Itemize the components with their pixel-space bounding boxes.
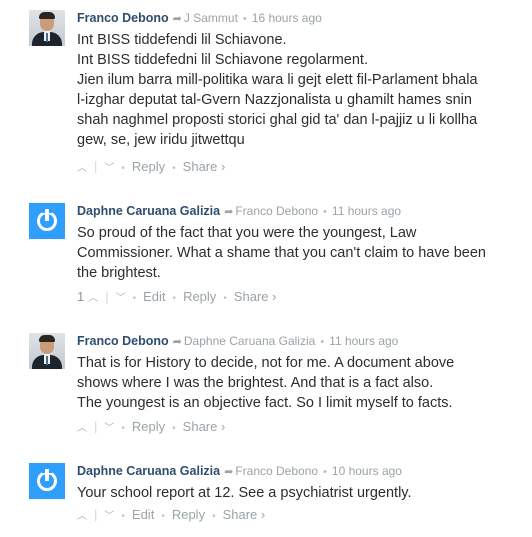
chevron-up-icon[interactable]: ︿ <box>88 289 98 304</box>
author-name[interactable]: Franco Debono <box>77 334 169 348</box>
bullet-separator: • <box>161 511 165 522</box>
avatar[interactable] <box>29 10 65 46</box>
share-button[interactable]: Share › <box>183 419 226 434</box>
comment-text-line: The youngest is an objective fact. So I … <box>77 395 453 411</box>
parent-author[interactable]: Franco Debono <box>235 464 318 478</box>
edit-button[interactable]: Edit <box>132 507 154 522</box>
chevron-up-icon[interactable]: ︿ <box>77 419 87 434</box>
comment-body: So proud of the fact that you were the y… <box>77 223 486 283</box>
comment-text-line: So proud of the fact that you were the y… <box>77 225 417 241</box>
comment-body: Your school report at 12. See a psychiat… <box>77 483 412 503</box>
timestamp[interactable]: 16 hours ago <box>252 11 322 25</box>
timestamp[interactable]: 11 hours ago <box>332 204 401 218</box>
vote-count: 1 <box>77 289 85 304</box>
bullet-separator: • <box>121 511 125 522</box>
reply-button[interactable]: Reply <box>172 507 205 522</box>
chevron-down-icon[interactable]: ﹀ <box>104 419 114 434</box>
reply-arrow-icon: ➦ <box>224 206 234 218</box>
author-name[interactable]: Franco Debono <box>77 11 169 25</box>
avatar[interactable] <box>29 463 65 499</box>
comment-footer: ︿ | ﹀ • Reply • Share › <box>77 159 225 174</box>
divider: | <box>94 507 98 522</box>
comment-header: Daphne Caruana Galizia ➦ Franco Debono • 10 … <box>77 464 402 478</box>
bullet-separator: • <box>320 336 325 348</box>
comment-body: That is for History to decide, not for m… <box>77 353 454 413</box>
comment-footer: 1 ︿ | ﹀ • Edit • Reply • Share › <box>77 289 276 304</box>
bullet-separator: • <box>172 293 177 304</box>
comment-text-line: the brightest. <box>77 265 161 281</box>
comment-text-line: Jien ilum barra mill-politika wara li ge… <box>77 72 478 88</box>
timestamp[interactable]: 11 hours ago <box>329 334 398 348</box>
chevron-down-icon[interactable]: ﹀ <box>104 507 114 522</box>
reply-arrow-icon: ➦ <box>224 466 234 478</box>
chevron-up-icon[interactable]: ︿ <box>77 507 87 522</box>
bullet-separator: • <box>323 206 327 218</box>
share-button[interactable]: Share › <box>183 159 226 174</box>
divider: | <box>105 289 109 304</box>
avatar[interactable] <box>29 333 65 369</box>
author-name[interactable]: Daphne Caruana Galizia <box>77 204 220 218</box>
comment-header: Franco Debono ➦ J Sammut • 16 hours ago <box>77 11 322 25</box>
bullet-separator: • <box>172 423 176 434</box>
comment-text-line: l-izghar deputat tal-Gvern Nazzjonalista… <box>77 92 472 108</box>
bullet-separator: • <box>172 163 176 174</box>
chevron-down-icon[interactable]: ﹀ <box>104 159 114 174</box>
comment-text-line: shows where I was the brightest. And tha… <box>77 375 434 391</box>
comment-header: Franco Debono ➦ Daphne Caruana Galizia • 11 … <box>77 334 398 348</box>
comment-text-line: Your school report at 12. See a psychiat… <box>77 485 412 501</box>
chevron-up-icon[interactable]: ︿ <box>77 159 87 174</box>
bullet-separator: • <box>212 511 216 522</box>
comment-footer: ︿ | ﹀ • Edit • Reply • Share › <box>77 507 265 522</box>
author-name[interactable]: Daphne Caruana Galizia <box>77 464 220 478</box>
comment-footer: ︿ | ﹀ • Reply • Share › <box>77 419 225 434</box>
share-button[interactable]: Share › <box>234 289 277 304</box>
reply-button[interactable]: Reply <box>132 419 165 434</box>
bullet-separator: • <box>323 466 327 478</box>
comment-text-line: Commissioner. What a shame that you can'… <box>77 245 486 261</box>
avatar[interactable] <box>29 203 65 239</box>
comment-header: Daphne Caruana Galizia ➦ Franco Debono • 11 … <box>77 204 401 218</box>
edit-button[interactable]: Edit <box>143 289 165 304</box>
chevron-down-icon[interactable]: ﹀ <box>116 289 126 304</box>
reply-button[interactable]: Reply <box>183 289 216 304</box>
bullet-separator: • <box>132 293 137 304</box>
reply-arrow-icon: ➦ <box>172 336 182 348</box>
share-button[interactable]: Share › <box>223 507 266 522</box>
reply-arrow-icon: ➦ <box>172 13 182 25</box>
comment-body: Int BISS tiddefendi lil Schiavone. Int B… <box>77 30 478 150</box>
comment-text-line: That is for History to decide, not for m… <box>77 355 455 371</box>
divider: | <box>94 419 98 434</box>
comment-text-line: gew, se, jew iridu jitwettqu <box>77 132 245 148</box>
bullet-separator: • <box>121 423 125 434</box>
reply-button[interactable]: Reply <box>132 159 165 174</box>
divider: | <box>94 159 98 174</box>
parent-author[interactable]: J Sammut <box>184 11 238 25</box>
bullet-separator: • <box>223 293 227 304</box>
comment-text-line: shah naghmel proposti storici ghal gid t… <box>77 112 478 128</box>
comment-text-line: Int BISS tiddefedni lil Schiavone regola… <box>77 52 368 68</box>
parent-author[interactable]: Franco Debono <box>235 204 318 218</box>
comment-text-line: Int BISS tiddefendi lil Schiavone. <box>77 32 287 48</box>
bullet-separator: • <box>242 13 247 25</box>
parent-author[interactable]: Daphne Caruana Galizia <box>184 334 315 348</box>
timestamp[interactable]: 10 hours ago <box>332 464 402 478</box>
bullet-separator: • <box>121 163 125 174</box>
